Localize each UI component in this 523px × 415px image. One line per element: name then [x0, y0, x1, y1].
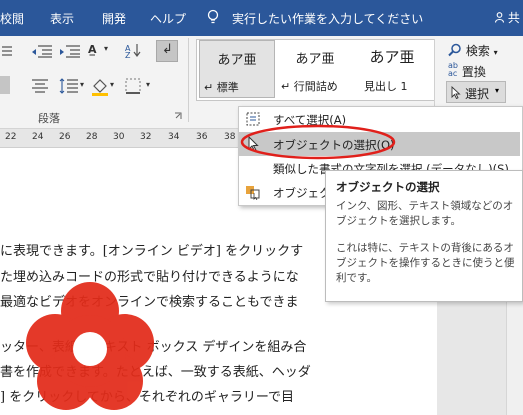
- line-spacing-icon[interactable]: [58, 77, 80, 95]
- select-label: 選択: [465, 87, 490, 101]
- selection-pane-icon: [246, 186, 260, 200]
- style-preview: あア亜: [217, 53, 257, 68]
- align-center-icon[interactable]: [30, 77, 50, 93]
- justify-button[interactable]: [0, 76, 10, 94]
- style-name: ↵ 標準: [204, 81, 239, 94]
- style-normal[interactable]: あア亜 ↵ 標準: [199, 40, 275, 98]
- asian-layout-icon[interactable]: A̲: [88, 43, 97, 56]
- ruler-tick: 30: [113, 132, 125, 142]
- paragraph-mark-icon: ↲: [162, 42, 173, 57]
- share-button[interactable]: 共: [494, 9, 520, 26]
- ruler-tick: 28: [86, 132, 98, 142]
- select-button[interactable]: 選択 ▾: [446, 81, 506, 103]
- chevron-down-icon[interactable]: ▾: [104, 44, 108, 53]
- screentip-body: これは特に、テキストの背後にあるオブジェクトを操作するときに使うと便利です。: [336, 242, 515, 284]
- show-marks-button[interactable]: ↲: [156, 40, 178, 62]
- decrease-indent-icon[interactable]: [30, 43, 54, 59]
- styles-gallery: あア亜 ↵ 標準 あア亜 ↵ 行間詰め あア亜 見出し 1: [196, 39, 435, 101]
- style-no-spacing[interactable]: あア亜 ↵ 行間詰め: [277, 40, 353, 98]
- chevron-down-icon[interactable]: ▾: [146, 80, 150, 89]
- screentip-title: オブジェクトの選択: [336, 180, 440, 194]
- tab-developer[interactable]: 開発: [102, 10, 126, 27]
- chevron-down-icon[interactable]: ▾: [80, 80, 84, 89]
- ribbon-tab-bar: 校閲 表示 開発 ヘルプ 実行したい作業を入力してください 共: [0, 0, 523, 36]
- lightbulb-icon: [207, 9, 219, 24]
- cursor-arrow-icon: [451, 86, 461, 99]
- ruler-tick: 24: [32, 132, 44, 142]
- paragraph-group-label: 段落: [38, 112, 60, 125]
- ruler-tick: 36: [196, 132, 208, 142]
- person-icon: [494, 12, 505, 23]
- svg-text:Z: Z: [125, 51, 131, 58]
- replace-icon: ab ac: [448, 61, 458, 78]
- document-line: に表現できます。[オンライン ビデオ] をクリックす: [0, 244, 304, 259]
- screentip-body: インク、図形、テキスト領域などのオブジェクトを選択します。: [336, 200, 514, 227]
- style-heading-1[interactable]: あア亜 見出し 1: [354, 40, 430, 98]
- group-divider: [188, 38, 189, 122]
- share-label: 共: [507, 11, 520, 25]
- search-icon: [448, 43, 461, 57]
- ruler-tick: 38: [224, 132, 236, 142]
- borders-icon[interactable]: [124, 77, 144, 95]
- style-preview: あア亜: [369, 48, 415, 66]
- bullets-icon[interactable]: [0, 44, 20, 58]
- style-preview: あア亜: [295, 52, 335, 67]
- replace-label: 置換: [461, 65, 486, 79]
- ruler-tick: 34: [168, 132, 180, 142]
- chevron-down-icon: ▾: [495, 86, 500, 95]
- replace-button[interactable]: ab ac 置換: [448, 62, 486, 80]
- tab-help[interactable]: ヘルプ: [150, 10, 186, 27]
- tab-review[interactable]: 校閲: [0, 10, 24, 27]
- find-button[interactable]: 検索 ▾: [448, 42, 498, 59]
- tell-me-input[interactable]: 実行したい作業を入力してください: [232, 10, 423, 27]
- shading-icon[interactable]: [90, 76, 110, 96]
- ruler-tick: 26: [59, 132, 71, 142]
- flower-shape[interactable]: [20, 281, 160, 415]
- ruler-tick: 32: [140, 132, 152, 142]
- increase-indent-icon[interactable]: [58, 43, 82, 59]
- style-name: 見出し 1: [364, 80, 408, 93]
- find-label: 検索: [465, 44, 490, 58]
- tab-view[interactable]: 表示: [50, 10, 74, 27]
- sort-icon[interactable]: A Z: [124, 42, 142, 58]
- dialog-launcher-icon[interactable]: [174, 112, 183, 121]
- screentip: オブジェクトの選択 インク、図形、テキスト領域などのオブジェクトを選択します。 …: [325, 170, 523, 302]
- style-name: ↵ 行間詰め: [281, 80, 338, 93]
- ruler-tick: 22: [5, 132, 17, 142]
- chevron-down-icon[interactable]: ▾: [110, 80, 114, 89]
- annotation-ellipse: [240, 124, 396, 160]
- chevron-down-icon: ▾: [493, 48, 498, 57]
